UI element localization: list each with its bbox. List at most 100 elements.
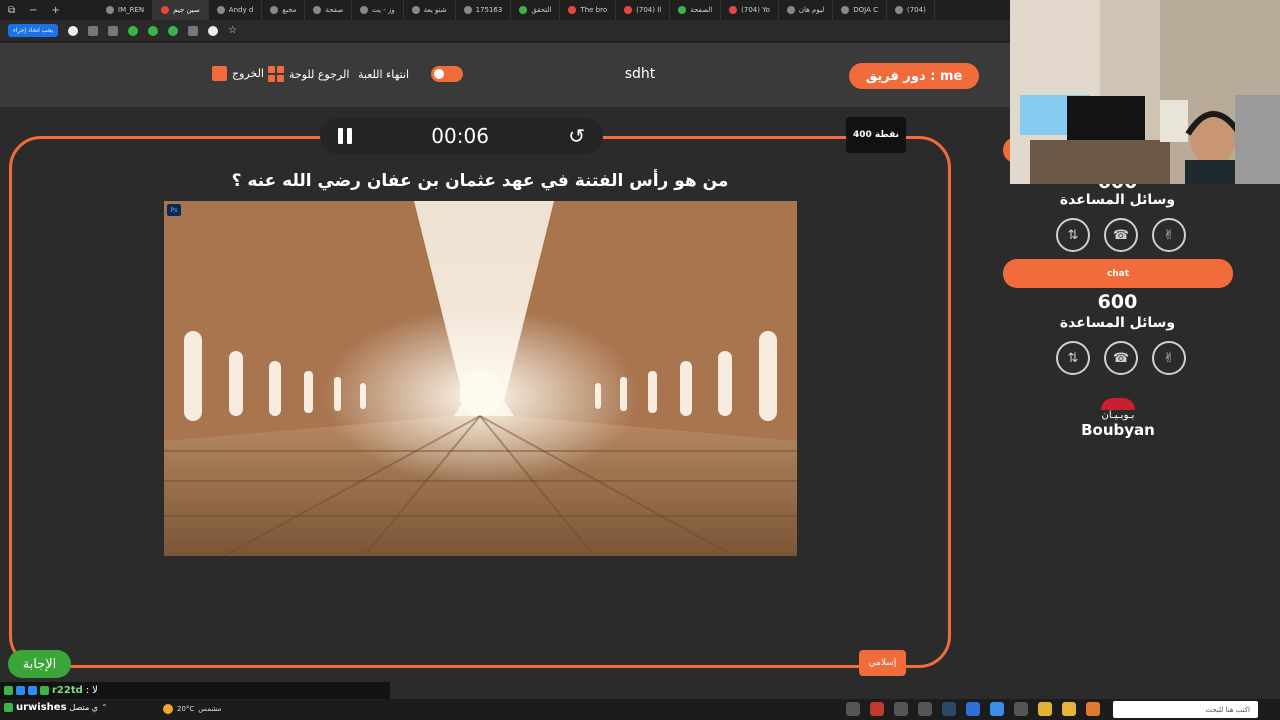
stream-status: ي متصل (69, 703, 99, 712)
browser-tab[interactable]: 175163 (456, 0, 512, 20)
two-answers-icon[interactable]: ✌ (1152, 218, 1186, 252)
star-icon[interactable]: ☆ (228, 25, 237, 36)
bookmark-icon[interactable] (188, 25, 199, 36)
team-2-pill: chat (1003, 259, 1233, 288)
browser-tab[interactable]: الصفحة (670, 0, 722, 20)
back-to-board-button[interactable]: الرجوع للوحة (268, 66, 349, 82)
browser-tab[interactable]: Andy d (209, 0, 263, 20)
game-title: sdht (624, 66, 656, 82)
settings-icon[interactable] (918, 702, 932, 716)
two-answers-icon[interactable]: ✌ (1152, 341, 1186, 375)
webcam-feed (1010, 0, 1280, 184)
question-text: من هو رأس الفتنة في عهد عثمان بن عفان رض… (231, 171, 729, 191)
exit-button[interactable]: الخروج (212, 66, 264, 81)
exit-icon (212, 66, 227, 81)
browser-tab[interactable]: وز - يت (352, 0, 404, 20)
call-friend-icon[interactable]: ⇅ (1056, 341, 1090, 375)
stream-user: urwishes ي متصل ⌃ (4, 702, 108, 713)
sponsor-english-name: Boubyan (1081, 421, 1155, 439)
browser-tab[interactable]: IM_REN (98, 0, 154, 20)
end-game-button[interactable]: انتهاء اللعبة (358, 66, 464, 82)
pause-icon[interactable] (338, 128, 352, 144)
tab-favicon-icon (360, 6, 369, 14)
tab-favicon-icon (463, 6, 472, 14)
bookmark-icon[interactable] (108, 25, 119, 36)
browser-tab-active[interactable]: سين جيم (153, 0, 209, 20)
tab-favicon-icon (729, 6, 738, 14)
call-friend-icon[interactable]: ⇅ (1056, 218, 1090, 252)
bookmark-icon[interactable] (88, 25, 99, 36)
browser-tab[interactable]: مخبع (262, 0, 306, 20)
stream-username: urwishes (16, 702, 67, 713)
browser-tab[interactable]: The bro (560, 0, 617, 20)
action-required-button[interactable]: يجب اتخاذ إجراء (8, 24, 59, 37)
tab-favicon-icon (313, 6, 322, 14)
current-team-pill: دور فريق : me (849, 63, 979, 89)
arches-illustration (164, 201, 797, 556)
question-points-badge: 400 نقطة (846, 117, 906, 153)
chat-text: لا (92, 685, 98, 696)
browser-tab[interactable]: شنو يعة (404, 0, 456, 20)
team-2-lifelines: ⇅ ☎ ✌ (1056, 341, 1186, 375)
end-game-toggle-icon[interactable] (431, 66, 464, 82)
tab-favicon-icon (411, 6, 420, 14)
browser-tab[interactable]: التحقق (511, 0, 561, 20)
sponsor-arc-icon (1101, 398, 1135, 410)
windows-taskbar: urwishes ي متصل ⌃ 20°C مشمس اكتب هنا للب… (0, 699, 1280, 720)
chat-badge-icon (28, 686, 37, 695)
reset-timer-icon[interactable]: ↺ (568, 124, 585, 148)
chrome-icon[interactable] (1038, 702, 1052, 716)
chevron-up-icon[interactable]: ⌃ (101, 703, 108, 712)
back-to-board-label: الرجوع للوحة (289, 67, 350, 81)
taskbar-app-icon[interactable] (990, 702, 1004, 716)
weather-temp: 20°C (177, 705, 195, 713)
exit-label: الخروج (232, 67, 264, 80)
restore-icon[interactable]: ⧉ (8, 5, 15, 16)
chat-badge-icon (4, 686, 13, 695)
team-1-help-label: وسائل المساعدة (1059, 192, 1176, 208)
phone-icon[interactable]: ☎ (1104, 341, 1138, 375)
weather-widget[interactable]: 20°C مشمس (163, 704, 221, 714)
taskbar-app-icon[interactable] (870, 702, 884, 716)
bookmark-icon[interactable] (148, 25, 159, 36)
taskbar-app-icon[interactable] (894, 702, 908, 716)
taskbar-app-icon[interactable] (966, 702, 980, 716)
bookmark-icon[interactable] (128, 25, 139, 36)
team-2-score: 600 (1097, 291, 1138, 313)
chat-badge-icon (16, 686, 25, 695)
phone-icon[interactable]: ☎ (1104, 218, 1138, 252)
photoshop-badge-icon: Ps (167, 204, 181, 216)
tab-favicon-icon (270, 6, 279, 14)
bookmark-icon[interactable] (168, 25, 179, 36)
timer-display: 00:06 (431, 124, 489, 148)
taskbar-app-icon[interactable] (1014, 702, 1028, 716)
bookmark-icon[interactable] (208, 25, 219, 36)
new-tab-icon[interactable]: + (52, 5, 60, 16)
weather-desc: مشمس (198, 705, 222, 713)
user-badge-icon (4, 703, 13, 712)
browser-tab[interactable]: (704) Il (616, 0, 671, 20)
tab-favicon-icon (519, 6, 528, 14)
grid-icon (268, 66, 284, 82)
minimize-icon[interactable]: − (29, 5, 37, 16)
file-explorer-icon[interactable] (1062, 702, 1076, 716)
browser-tab[interactable]: DOJA C (833, 0, 887, 20)
tab-favicon-icon (624, 6, 633, 14)
sponsor-logo: بـوبـيـان Boubyan (1080, 398, 1156, 442)
browser-tab[interactable]: (704) Yo (721, 0, 779, 20)
taskbar-app-icon[interactable] (846, 702, 860, 716)
taskbar-app-icon[interactable] (1086, 702, 1100, 716)
steam-icon[interactable] (942, 702, 956, 716)
tab-favicon-icon (568, 6, 577, 14)
show-answer-button[interactable]: الإجابة (8, 650, 71, 678)
chat-badge-icon (40, 686, 49, 695)
taskbar-search-placeholder: اكتب هنا للبحث (1205, 705, 1250, 714)
taskbar-search[interactable]: اكتب هنا للبحث (1113, 701, 1258, 718)
window-controls: ⧉ − + (0, 5, 98, 16)
bookmark-icon[interactable] (68, 25, 79, 36)
browser-tab[interactable]: (704) (887, 0, 935, 20)
browser-tab[interactable]: ليوم هان (779, 0, 834, 20)
browser-tab[interactable]: صفحة (305, 0, 353, 20)
sun-icon (163, 704, 173, 714)
tab-favicon-icon (895, 6, 903, 14)
